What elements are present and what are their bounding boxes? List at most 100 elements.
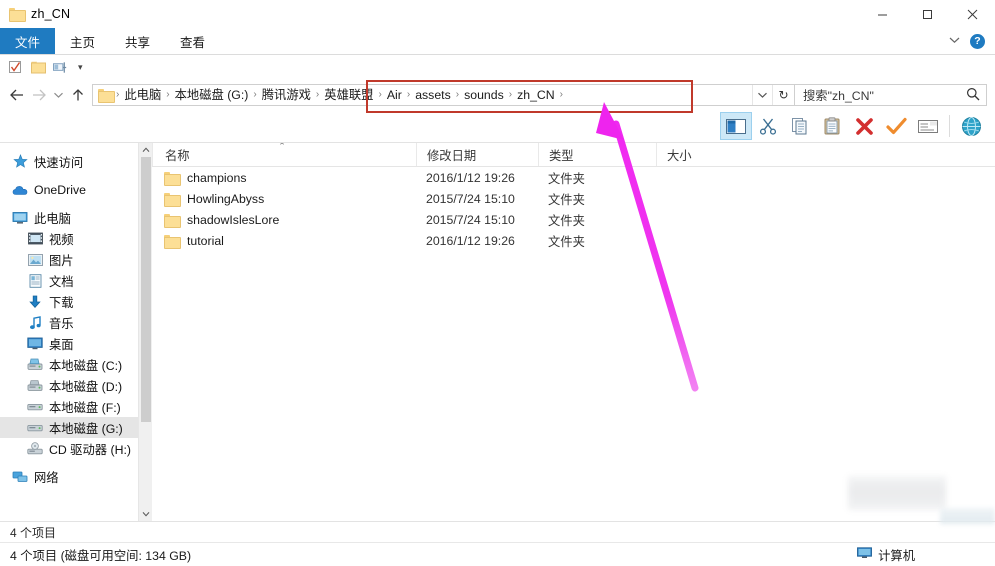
recent-locations-button[interactable]: [50, 83, 67, 107]
breadcrumb-item-lol[interactable]: 英雄联盟: [320, 85, 377, 105]
search-icon[interactable]: [966, 87, 980, 104]
paste-icon[interactable]: [816, 112, 848, 140]
breadcrumb-item-zh-cn[interactable]: zh_CN: [513, 85, 559, 105]
folder-icon: [9, 8, 26, 22]
scroll-down-arrow-icon[interactable]: [139, 507, 153, 521]
file-name-cell[interactable]: champions: [152, 167, 416, 188]
copy-icon[interactable]: [784, 112, 816, 140]
onedrive-cloud-icon: [12, 182, 28, 198]
breadcrumb-item-tencent-games[interactable]: 腾讯游戏: [258, 85, 315, 105]
file-name-cell[interactable]: tutorial: [152, 230, 416, 251]
delete-icon[interactable]: [848, 112, 880, 140]
column-header-size[interactable]: 大小: [656, 143, 746, 166]
sidebar-item-desktop[interactable]: 桌面: [0, 333, 152, 354]
properties-icon[interactable]: [7, 60, 23, 76]
documents-icon: [27, 273, 43, 289]
file-name-label: tutorial: [187, 233, 224, 248]
breadcrumb-separator[interactable]: ›: [559, 85, 564, 105]
file-type-cell: 文件夹: [548, 234, 585, 249]
sidebar-item-network[interactable]: 网络: [0, 466, 152, 487]
computer-label: 计算机: [878, 548, 915, 563]
sidebar-item-label: 本地磁盘 (F:): [49, 400, 121, 415]
address-bar[interactable]: › 此电脑 › 本地磁盘 (G:) › 腾讯游戏 › 英雄联盟 › Air › …: [92, 84, 795, 106]
tab-home[interactable]: 主页: [55, 28, 110, 54]
navigation-pane: 快速访问 OneDrive 此电脑 视频 图片 文档 下载 音乐 桌面 本地磁盘…: [0, 143, 152, 521]
up-button[interactable]: [67, 83, 89, 107]
confirm-check-icon[interactable]: [880, 112, 912, 140]
new-folder-icon[interactable]: [30, 60, 46, 76]
sidebar-item-downloads[interactable]: 下载: [0, 291, 152, 312]
help-icon[interactable]: ?: [970, 33, 985, 49]
table-row[interactable]: HowlingAbyss 2015/7/24 15:10 文件夹: [152, 188, 995, 209]
file-name-cell[interactable]: shadowIslesLore: [152, 209, 416, 230]
explorer-window: zh_CN 文件 主页 共享 查看 ? ▾ › 此电脑 › 本地磁盘 (G:) …: [0, 0, 995, 566]
status-detail-label: 4 个项目 (磁盘可用空间: 134 GB): [10, 548, 192, 563]
toolbar-divider: [949, 115, 950, 137]
sidebar-item-label: 下载: [49, 295, 74, 310]
breadcrumb-item-sounds[interactable]: sounds: [460, 85, 508, 105]
sidebar-item-this-pc[interactable]: 此电脑: [0, 207, 152, 228]
ribbon-spacer: [220, 28, 949, 54]
breadcrumb-item-this-pc[interactable]: 此电脑: [120, 85, 165, 105]
address-dropdown-icon[interactable]: [752, 85, 772, 105]
sidebar-item-label: OneDrive: [34, 182, 86, 197]
command-toolbar: [0, 110, 995, 142]
forward-button[interactable]: [28, 83, 50, 107]
sidebar-scroll-track[interactable]: [139, 157, 152, 507]
downloads-icon: [27, 294, 43, 310]
file-size-cell: [656, 230, 746, 251]
sidebar-item-music[interactable]: 音乐: [0, 312, 152, 333]
quick-access-star-icon: [12, 154, 28, 170]
sidebar-item-documents[interactable]: 文档: [0, 270, 152, 291]
globe-icon[interactable]: [955, 112, 987, 140]
tab-share[interactable]: 共享: [110, 28, 165, 54]
breadcrumb-root-folder-icon[interactable]: [98, 89, 115, 103]
table-row[interactable]: shadowIslesLore 2015/7/24 15:10 文件夹: [152, 209, 995, 230]
cut-icon[interactable]: [752, 112, 784, 140]
back-button[interactable]: [6, 83, 28, 107]
music-icon: [27, 315, 43, 331]
sidebar-scroll-thumb[interactable]: [140, 157, 151, 422]
drive-icon: [27, 420, 43, 436]
sidebar-scrollbar[interactable]: [138, 143, 152, 521]
window-title: zh_CN: [31, 7, 71, 21]
scroll-up-arrow-icon[interactable]: [139, 143, 153, 157]
sidebar-item-cd-drive-h[interactable]: CD 驱动器 (H:): [0, 438, 152, 459]
chevron-down-icon[interactable]: [949, 36, 960, 47]
sidebar-item-drive-c[interactable]: 本地磁盘 (C:): [0, 354, 152, 375]
sidebar-item-pictures[interactable]: 图片: [0, 249, 152, 270]
tab-view[interactable]: 查看: [165, 28, 220, 54]
customize-view-icon[interactable]: [53, 60, 69, 76]
rename-icon[interactable]: [912, 112, 944, 140]
file-date-cell: 2015/7/24 15:10: [426, 191, 515, 206]
column-header-date-modified[interactable]: 修改日期: [416, 143, 538, 166]
window-controls: [860, 0, 995, 28]
sidebar-item-drive-f[interactable]: 本地磁盘 (F:): [0, 396, 152, 417]
sidebar-item-drive-d[interactable]: 本地磁盘 (D:): [0, 375, 152, 396]
sidebar-item-videos[interactable]: 视频: [0, 228, 152, 249]
tab-file[interactable]: 文件: [0, 28, 56, 54]
table-row[interactable]: champions 2016/1/12 19:26 文件夹: [152, 167, 995, 188]
preview-pane-icon[interactable]: [720, 112, 752, 140]
refresh-icon[interactable]: ↻: [772, 85, 794, 105]
computer-icon: [857, 547, 873, 562]
sidebar-item-quick-access[interactable]: 快速访问: [0, 151, 152, 172]
breadcrumb-item-air[interactable]: Air: [383, 85, 406, 105]
sidebar-item-drive-g[interactable]: 本地磁盘 (G:): [0, 417, 152, 438]
qat-dropdown-icon[interactable]: ▾: [76, 62, 83, 73]
table-row[interactable]: tutorial 2016/1/12 19:26 文件夹: [152, 230, 995, 251]
column-header-type[interactable]: 类型: [538, 143, 656, 166]
breadcrumb-item-drive-g[interactable]: 本地磁盘 (G:): [171, 85, 253, 105]
drive-icon: [27, 399, 43, 415]
breadcrumb-item-assets[interactable]: assets: [411, 85, 455, 105]
close-button[interactable]: [950, 0, 995, 28]
column-header-row: ⌃ 名称 修改日期 类型 大小: [152, 143, 995, 167]
sidebar-item-label: 本地磁盘 (D:): [49, 379, 123, 394]
minimize-button[interactable]: [860, 0, 905, 28]
search-placeholder: 搜索"zh_CN": [803, 89, 874, 103]
sidebar-item-onedrive[interactable]: OneDrive: [0, 179, 152, 200]
maximize-button[interactable]: [905, 0, 950, 28]
search-input[interactable]: 搜索"zh_CN": [794, 84, 987, 106]
file-name-cell[interactable]: HowlingAbyss: [152, 188, 416, 209]
file-date-cell: 2015/7/24 15:10: [426, 212, 515, 227]
